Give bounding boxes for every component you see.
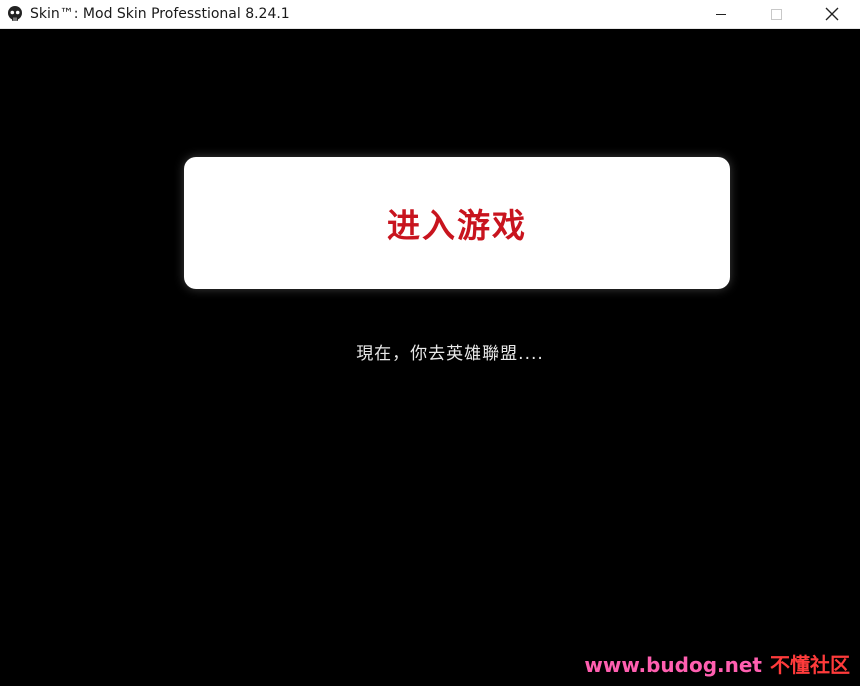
title-bar[interactable]: Skin™: Mod Skin Professtional 8.24.1 bbox=[0, 0, 860, 29]
site-watermark: www.budog.net 不懂社区 bbox=[584, 649, 850, 678]
app-window: Skin™: Mod Skin Professtional 8.24.1 进入游… bbox=[0, 0, 860, 686]
maximize-button[interactable] bbox=[753, 0, 799, 28]
status-text: 現在，你去英雄聯盟.... bbox=[356, 344, 544, 364]
minimize-icon bbox=[716, 14, 726, 15]
maximize-icon bbox=[771, 9, 782, 20]
close-button[interactable] bbox=[808, 0, 854, 28]
close-icon bbox=[825, 7, 839, 21]
enter-game-label: 进入游戏 bbox=[387, 206, 527, 245]
enter-game-button[interactable]: 进入游戏 bbox=[184, 157, 730, 289]
window-title: Skin™: Mod Skin Professtional 8.24.1 bbox=[30, 6, 290, 22]
watermark-url: www.budog.net bbox=[584, 653, 762, 677]
main-content: 进入游戏 現在，你去英雄聯盟.... bbox=[0, 29, 860, 686]
skull-icon bbox=[6, 5, 24, 23]
minimize-button[interactable] bbox=[698, 0, 744, 28]
watermark-site-name: 不懂社区 bbox=[770, 653, 850, 677]
